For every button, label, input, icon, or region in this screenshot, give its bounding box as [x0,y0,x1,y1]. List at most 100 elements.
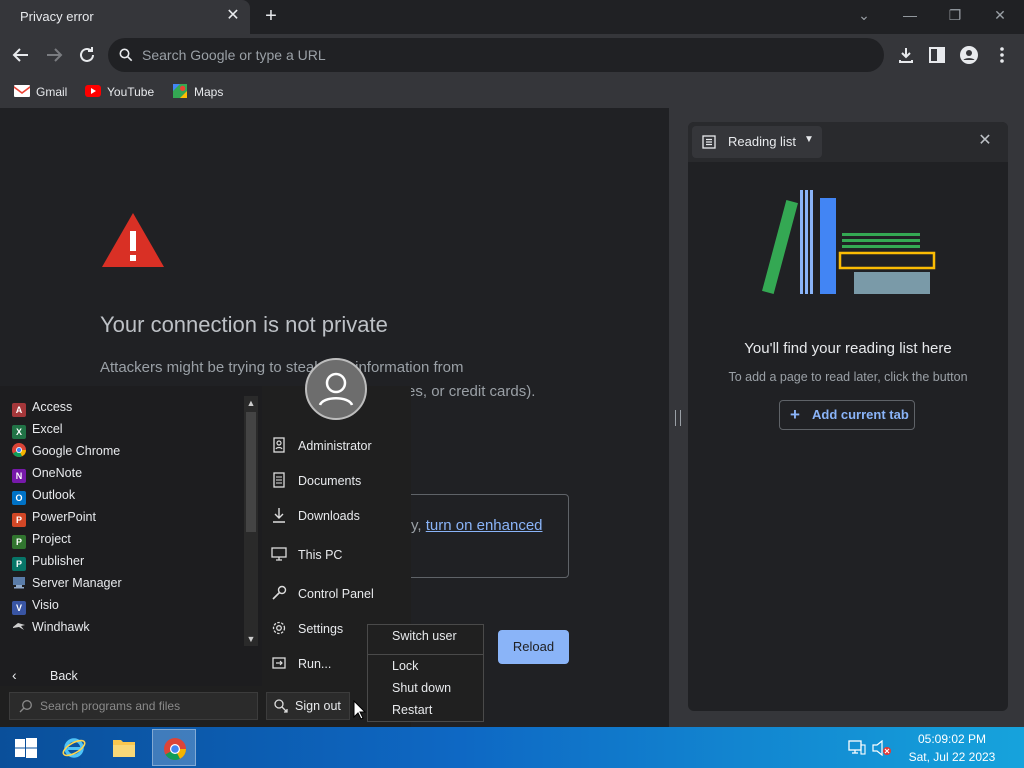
programs-scrollbar[interactable]: ▲ ▼ [244,396,258,646]
network-icon[interactable] [848,740,866,756]
bookmark-youtube[interactable]: YouTube [85,82,154,102]
shut-down-item[interactable]: Shut down [392,681,451,695]
resize-handle[interactable] [675,410,681,426]
mouse-cursor-icon [353,700,367,720]
profile-button[interactable] [957,43,981,67]
start-item-this-pc[interactable]: This PC [270,543,342,567]
start-search-input[interactable] [40,693,250,719]
switch-user-item[interactable]: Switch user [392,629,457,643]
program-google-chrome[interactable]: Google Chrome [12,441,120,461]
downloads-button[interactable] [894,43,918,67]
enhanced-protection-box: y, turn on enhanced [390,494,569,578]
program-powerpoint[interactable]: P PowerPoint [12,507,96,527]
warning-icon [102,213,164,267]
volume-muted-icon[interactable] [872,740,892,756]
menu-divider [368,654,483,655]
restore-button[interactable]: ❐ [945,5,965,25]
bookmark-label: YouTube [107,85,155,99]
settings-icon [272,621,286,635]
start-item-label: Documents [298,474,362,488]
program-project[interactable]: P Project [12,529,71,549]
start-item-downloads[interactable]: Downloads [270,504,360,528]
publisher-icon: P [12,557,26,571]
lock-item[interactable]: Lock [392,659,418,673]
tab-search-icon[interactable]: ⌄ [854,5,874,25]
bookmark-maps[interactable]: Maps [172,82,223,102]
excel-icon: X [12,425,26,439]
panel-close-icon[interactable]: ✕ [976,132,994,150]
enhanced-protection-link[interactable]: turn on enhanced [426,517,543,534]
program-access[interactable]: A Access [12,397,72,417]
user-folder-icon [273,437,285,453]
start-item-label: Administrator [298,439,372,453]
start-item-label: Downloads [298,509,360,523]
start-item-run[interactable]: Run... [270,652,331,676]
bookmark-gmail[interactable]: Gmail [14,82,67,102]
sign-out-icon [274,699,288,713]
program-label: OneNote [32,466,83,480]
close-window-button[interactable]: ✕ [990,5,1010,25]
reload-button[interactable]: Reload [498,630,569,664]
back-button[interactable]: ‹ Back [12,664,242,686]
tab-title: Privacy error [20,9,94,24]
books-illustration-icon [762,190,936,294]
start-item-settings[interactable]: Settings [270,617,343,641]
scroll-thumb[interactable] [246,412,256,532]
chrome-icon [164,738,186,760]
dropdown-arrow-icon: ▼ [804,134,814,145]
clock-time[interactable]: 05:09:02 PM [906,732,998,746]
program-excel[interactable]: X Excel [12,419,63,439]
program-visio[interactable]: V Visio [12,595,59,615]
scroll-down-icon[interactable]: ▼ [244,632,258,646]
program-outlook[interactable]: O Outlook [12,485,75,505]
menu-button[interactable] [990,43,1014,67]
tab-close-icon[interactable]: ✕ [224,7,242,25]
add-current-tab-button[interactable]: + Add current tab [779,400,915,430]
reload-toolbar-button[interactable] [75,43,99,67]
windhawk-icon [13,623,25,630]
start-item-control-panel[interactable]: Control Panel [270,582,374,606]
panel-header: Reading list ▼ ✕ [688,122,1008,162]
reading-list-panel: Reading list ▼ ✕ You'll find your readin… [688,122,1008,711]
taskbar-file-explorer[interactable] [102,729,146,766]
program-windhawk[interactable]: Windhawk [12,617,90,637]
start-menu: A Access X Excel Google Chrome N OneNote OO… [0,358,411,727]
access-icon: A [12,403,26,417]
back-label: Back [50,669,78,683]
start-button[interactable] [4,729,48,766]
program-label: Outlook [32,488,76,502]
back-button[interactable] [9,43,33,67]
program-label: Access [32,400,73,414]
refresh-icon [80,47,94,62]
sign-out-label: Sign out [295,699,341,713]
start-item-documents[interactable]: Documents [270,469,361,493]
profile-icon [960,46,978,64]
start-item-administrator[interactable]: Administrator [270,434,372,458]
address-input[interactable] [142,38,842,72]
forward-button[interactable] [42,43,66,67]
sign-out-button[interactable]: Sign out [266,692,350,720]
program-label: Google Chrome [32,444,121,458]
start-search-box[interactable] [9,692,258,720]
maps-icon [173,84,187,98]
taskbar-google-chrome[interactable] [152,729,196,766]
empty-state-title: You'll find your reading list here [744,340,952,357]
taskbar-internet-explorer[interactable] [52,729,96,766]
program-server-manager[interactable]: Server Manager [12,573,122,593]
panel-selector[interactable]: Reading list ▼ [692,126,822,158]
user-avatar[interactable] [305,358,367,420]
add-current-tab-label: Add current tab [812,407,909,422]
minimize-button[interactable]: — [900,5,920,25]
clock-date[interactable]: Sat, Jul 22 2023 [906,750,998,764]
restart-item[interactable]: Restart [392,703,432,717]
program-onenote[interactable]: N OneNote [12,463,82,483]
scroll-up-icon[interactable]: ▲ [244,396,258,410]
side-panel-button[interactable] [925,43,949,67]
new-tab-button[interactable]: + [259,4,283,28]
omnibox[interactable] [108,38,884,72]
enhanced-protection-text: y, turn on enhanced [411,517,543,534]
tab-privacy-error[interactable]: Privacy error ✕ [0,0,250,34]
program-publisher[interactable]: P Publisher [12,551,84,571]
bookmarks-bar: Gmail YouTube Maps [0,76,1024,108]
more-vert-icon [1000,47,1004,63]
